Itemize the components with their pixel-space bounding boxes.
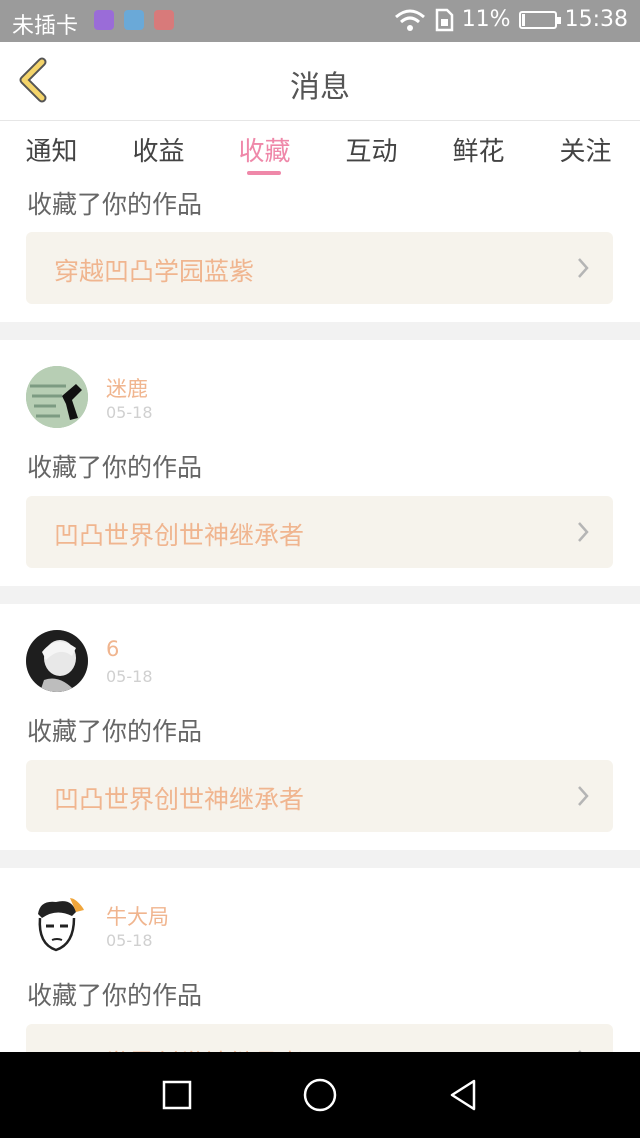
tab-interactions[interactable]: 互动: [318, 131, 425, 168]
work-title: 凹凸世界创世神继承者: [54, 1044, 304, 1052]
sim-icon: [435, 8, 453, 31]
user-name[interactable]: 迷鹿: [106, 373, 148, 403]
carrier-label: 未插卡: [12, 14, 79, 39]
page-title: 消息: [290, 70, 350, 105]
work-link[interactable]: 凹凸世界创世神继承者: [26, 496, 613, 568]
home-button[interactable]: [302, 1077, 338, 1113]
message-date: 05-18: [106, 667, 153, 686]
tab-flowers[interactable]: 鲜花: [425, 131, 532, 168]
clock: 15:38: [564, 7, 628, 32]
recents-button[interactable]: [161, 1079, 193, 1111]
circle-icon: [303, 1078, 337, 1112]
message-action: 收藏了你的作品: [27, 717, 203, 746]
gallery-notification-icon: [94, 10, 114, 30]
work-title: 凹凸世界创世神继承者: [54, 521, 305, 550]
message-list[interactable]: 收藏了你的作品 穿越凹凸学园蓝紫 迷鹿 05-18 收藏了你的作品 凹凸世界创世…: [0, 181, 640, 1052]
active-tab-indicator: [247, 171, 281, 175]
work-title: 凹凸世界创世神继承者: [54, 785, 305, 814]
nav-back-button[interactable]: [446, 1078, 480, 1112]
wifi-icon: [394, 9, 425, 31]
battery-percent: 11%: [461, 7, 511, 32]
message-action: 收藏了你的作品: [27, 981, 203, 1010]
app-notification-icon: [154, 10, 174, 30]
work-link[interactable]: 凹凸世界创世神继承者: [26, 1024, 613, 1052]
list-item: 6 05-18 收藏了你的作品 凹凸世界创世神继承者: [0, 604, 640, 850]
work-title: 穿越凹凸学园蓝紫: [54, 257, 255, 286]
tab-bar: 通知 收益 收藏 互动 鲜花 关注: [0, 121, 640, 181]
status-bar: 未插卡 11% 15:38: [0, 0, 640, 42]
avatar[interactable]: [26, 366, 88, 428]
message-date: 05-18: [106, 931, 153, 950]
work-link[interactable]: 凹凸世界创世神继承者: [26, 760, 613, 832]
message-date: 05-18: [106, 403, 153, 422]
triangle-back-icon: [450, 1079, 476, 1111]
chevron-right-icon: [578, 522, 589, 542]
battery-icon: [518, 10, 561, 29]
tab-favorites[interactable]: 收藏: [211, 131, 318, 168]
avatar[interactable]: [26, 630, 88, 692]
app-notification-icon: [124, 10, 144, 30]
tab-notifications[interactable]: 通知: [0, 131, 105, 168]
message-action: 收藏了你的作品: [27, 190, 203, 219]
list-item: 收藏了你的作品 穿越凹凸学园蓝紫: [0, 181, 640, 322]
avatar[interactable]: [26, 894, 88, 956]
notification-icons: [94, 10, 174, 30]
tab-following[interactable]: 关注: [532, 131, 639, 168]
list-item: 迷鹿 05-18 收藏了你的作品 凹凸世界创世神继承者: [0, 340, 640, 586]
chevron-right-icon: [578, 786, 589, 806]
system-nav-bar: [0, 1052, 640, 1138]
chevron-right-icon: [578, 258, 589, 278]
square-icon: [162, 1080, 192, 1110]
app-header: 消息: [0, 42, 640, 121]
message-action: 收藏了你的作品: [27, 453, 203, 482]
list-item: 牛大局 05-18 收藏了你的作品 凹凸世界创世神继承者: [0, 868, 640, 1052]
user-name[interactable]: 牛大局: [106, 901, 169, 931]
user-name[interactable]: 6: [106, 637, 119, 661]
tab-earnings[interactable]: 收益: [105, 131, 212, 168]
work-link[interactable]: 穿越凹凸学园蓝紫: [26, 232, 613, 304]
